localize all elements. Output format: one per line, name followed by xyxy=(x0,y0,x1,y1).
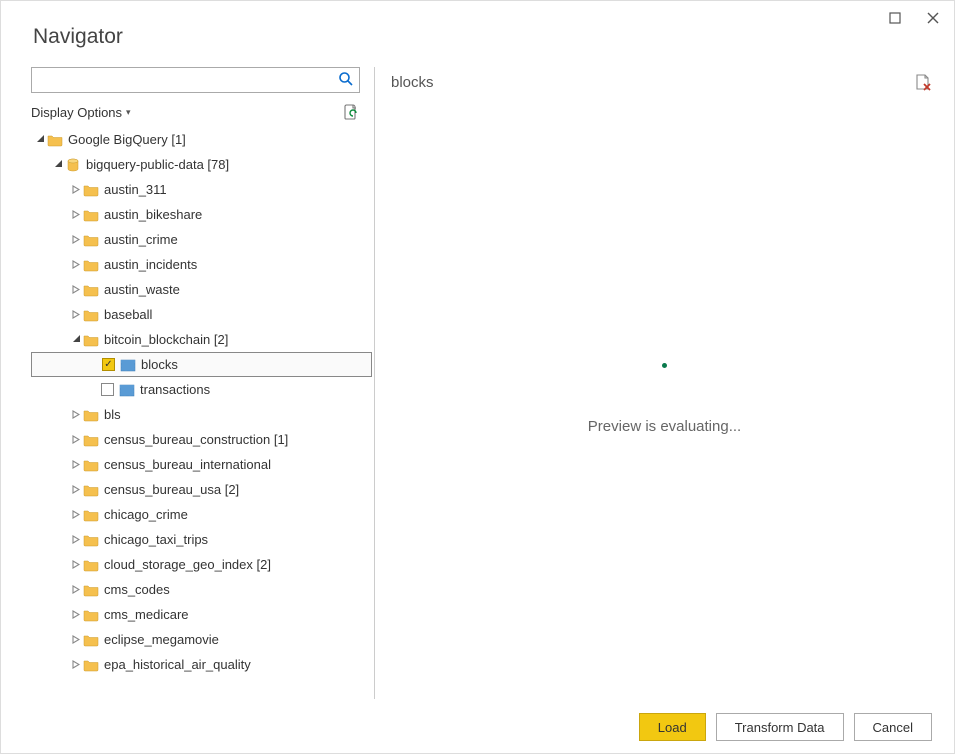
tree-label: census_bureau_usa [2] xyxy=(104,482,239,497)
tree-label: austin_311 xyxy=(104,182,167,197)
expand-caret-icon[interactable] xyxy=(71,485,81,494)
tree-label: austin_crime xyxy=(104,232,178,247)
expand-caret-icon[interactable] xyxy=(71,410,81,419)
tree-row[interactable]: austin_311 xyxy=(31,177,372,202)
tree-label: bls xyxy=(104,407,121,422)
tree-row[interactable]: census_bureau_construction [1] xyxy=(31,427,372,452)
page-title: Navigator xyxy=(1,1,954,67)
cancel-button[interactable]: Cancel xyxy=(854,713,932,741)
tree-row[interactable]: chicago_taxi_trips xyxy=(31,527,372,552)
tree-row[interactable]: transactions xyxy=(31,377,372,402)
tree-row[interactable]: bigquery-public-data [78] xyxy=(31,152,372,177)
expand-caret-icon[interactable] xyxy=(71,260,81,269)
tree-row[interactable]: epa_historical_air_quality xyxy=(31,652,372,677)
tree-row[interactable]: bitcoin_blockchain [2] xyxy=(31,327,372,352)
tree-label: cms_medicare xyxy=(104,607,189,622)
tree-label: epa_historical_air_quality xyxy=(104,657,251,672)
expand-caret-icon[interactable] xyxy=(71,635,81,644)
tree-label: census_bureau_construction [1] xyxy=(104,432,288,447)
preview-status: Preview is evaluating... xyxy=(588,418,741,435)
expand-caret-icon[interactable] xyxy=(71,235,81,244)
tree-row[interactable]: cms_medicare xyxy=(31,602,372,627)
tree-row[interactable]: cloud_storage_geo_index [2] xyxy=(31,552,372,577)
expand-caret-icon[interactable] xyxy=(71,334,81,343)
preview-title: blocks xyxy=(391,74,434,91)
load-button[interactable]: Load xyxy=(639,713,706,741)
expand-caret-icon[interactable] xyxy=(71,585,81,594)
expand-caret-icon[interactable] xyxy=(71,560,81,569)
expand-caret-icon[interactable] xyxy=(71,435,81,444)
expand-caret-icon[interactable] xyxy=(35,134,45,143)
tree-label: baseball xyxy=(104,307,152,322)
tree-row[interactable]: austin_waste xyxy=(31,277,372,302)
expand-caret-icon[interactable] xyxy=(71,510,81,519)
tree-label: chicago_taxi_trips xyxy=(104,532,208,547)
search-input[interactable] xyxy=(31,67,360,93)
tree-label: bitcoin_blockchain [2] xyxy=(104,332,228,347)
expand-caret-icon[interactable] xyxy=(71,660,81,669)
maximize-button[interactable] xyxy=(885,8,905,28)
tree-row[interactable]: bls xyxy=(31,402,372,427)
tree-row[interactable]: census_bureau_usa [2] xyxy=(31,477,372,502)
tree-label: austin_incidents xyxy=(104,257,197,272)
expand-caret-icon[interactable] xyxy=(71,285,81,294)
clear-preview-icon[interactable] xyxy=(914,73,932,91)
tree-label: cloud_storage_geo_index [2] xyxy=(104,557,271,572)
expand-caret-icon[interactable] xyxy=(71,210,81,219)
expand-caret-icon[interactable] xyxy=(71,310,81,319)
preview-pane: blocks Preview is evaluating... xyxy=(375,67,938,699)
navigator-pane: Display Options ▾ Google BigQuery [1] big… xyxy=(17,67,375,699)
checkbox[interactable] xyxy=(101,383,114,396)
close-button[interactable] xyxy=(923,8,943,28)
tree-row[interactable]: cms_codes xyxy=(31,577,372,602)
tree-label: Google BigQuery [1] xyxy=(68,132,186,147)
tree-label: bigquery-public-data [78] xyxy=(86,157,229,172)
tree-row[interactable]: austin_crime xyxy=(31,227,372,252)
tree-label: transactions xyxy=(140,382,210,397)
expand-caret-icon[interactable] xyxy=(71,460,81,469)
expand-caret-icon[interactable] xyxy=(71,185,81,194)
tree-row[interactable]: blocks xyxy=(31,352,372,377)
tree-label: austin_bikeshare xyxy=(104,207,202,222)
tree-row[interactable]: Google BigQuery [1] xyxy=(31,127,372,152)
display-options-dropdown[interactable]: Display Options ▾ xyxy=(31,105,131,120)
tree-label: cms_codes xyxy=(104,582,170,597)
search-icon[interactable] xyxy=(338,71,354,87)
tree-row[interactable]: eclipse_megamovie xyxy=(31,627,372,652)
tree-label: austin_waste xyxy=(104,282,180,297)
tree-row[interactable]: austin_incidents xyxy=(31,252,372,277)
tree-row[interactable]: austin_bikeshare xyxy=(31,202,372,227)
transform-data-button[interactable]: Transform Data xyxy=(716,713,844,741)
display-options-label: Display Options xyxy=(31,105,122,120)
dialog-footer: Load Transform Data Cancel xyxy=(1,699,954,755)
tree-row[interactable]: census_bureau_international xyxy=(31,452,372,477)
tree-row[interactable]: chicago_crime xyxy=(31,502,372,527)
checkbox[interactable] xyxy=(102,358,115,371)
dataset-tree[interactable]: Google BigQuery [1] bigquery-public-data … xyxy=(31,127,374,699)
tree-label: chicago_crime xyxy=(104,507,188,522)
chevron-down-icon: ▾ xyxy=(126,107,131,118)
tree-row[interactable]: baseball xyxy=(31,302,372,327)
expand-caret-icon[interactable] xyxy=(71,610,81,619)
tree-label: blocks xyxy=(141,357,178,372)
tree-label: census_bureau_international xyxy=(104,457,271,472)
expand-caret-icon[interactable] xyxy=(53,159,63,168)
refresh-icon[interactable] xyxy=(342,103,360,121)
expand-caret-icon[interactable] xyxy=(71,535,81,544)
spinner-icon xyxy=(662,363,667,368)
tree-label: eclipse_megamovie xyxy=(104,632,219,647)
